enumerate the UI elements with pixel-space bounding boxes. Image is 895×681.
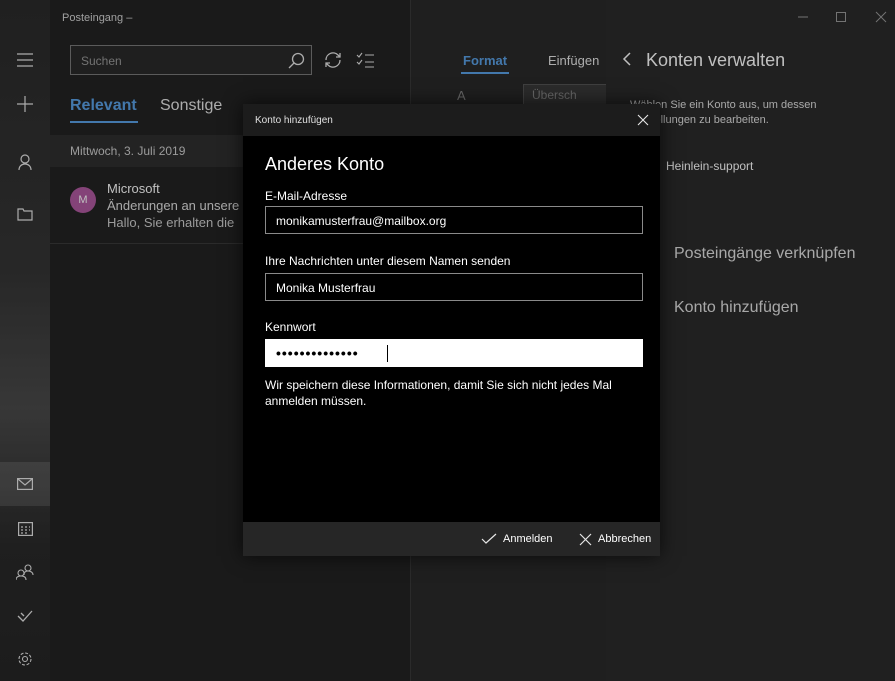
signin-button[interactable]: Anmelden bbox=[481, 522, 553, 556]
text-caret bbox=[387, 345, 388, 362]
name-value: Monika Musterfrau bbox=[276, 281, 376, 295]
add-account-dialog: Konto hinzufügen Anderes Konto E-Mail-Ad… bbox=[243, 104, 660, 556]
dialog-footer: Anmelden Abbrechen bbox=[243, 522, 660, 556]
cancel-icon bbox=[579, 533, 592, 545]
cancel-label: Abbrechen bbox=[598, 533, 652, 545]
password-label: Kennwort bbox=[265, 320, 316, 334]
password-value: •••••••••••••• bbox=[276, 345, 359, 361]
check-icon bbox=[481, 533, 497, 544]
dialog-heading: Anderes Konto bbox=[265, 154, 385, 174]
dialog-title: Konto hinzufügen bbox=[255, 115, 333, 126]
close-icon[interactable] bbox=[636, 113, 650, 127]
email-label: E-Mail-Adresse bbox=[265, 189, 348, 203]
dialog-titlebar: Konto hinzufügen bbox=[243, 104, 660, 136]
password-field[interactable]: •••••••••••••• bbox=[265, 339, 643, 367]
name-field[interactable]: Monika Musterfrau bbox=[265, 273, 643, 301]
email-value: monikamusterfrau@mailbox.org bbox=[276, 214, 447, 228]
name-label: Ihre Nachrichten unter diesem Namen send… bbox=[265, 254, 511, 268]
info-text: Wir speichern diese Informationen, damit… bbox=[265, 378, 612, 408]
signin-label: Anmelden bbox=[503, 533, 553, 545]
email-field[interactable]: monikamusterfrau@mailbox.org bbox=[265, 206, 643, 234]
cancel-button[interactable]: Abbrechen bbox=[579, 522, 651, 556]
